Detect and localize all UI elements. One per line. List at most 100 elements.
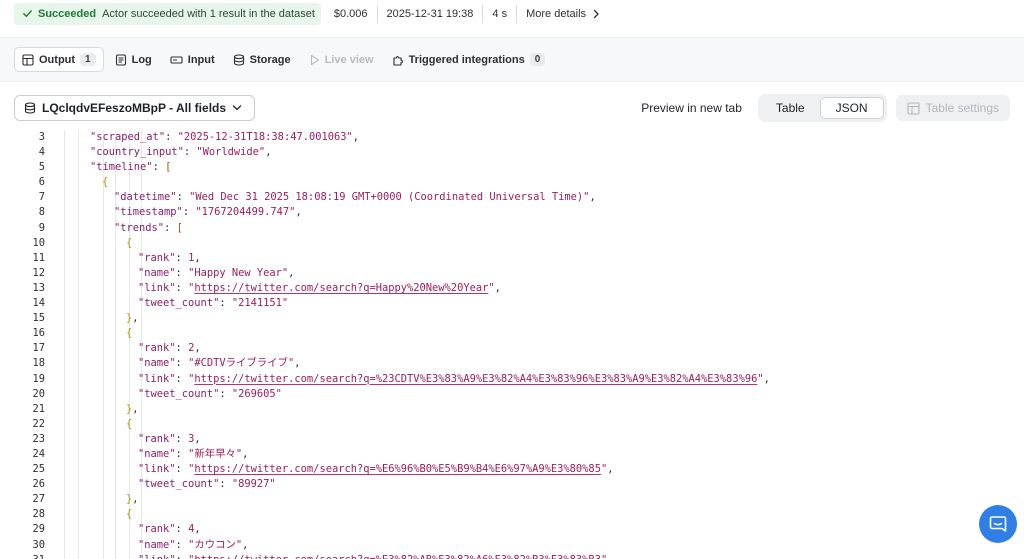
json-line: 11 "rank": 1, (0, 251, 1024, 266)
line-number: 8 (38, 206, 45, 219)
json-punct: : (175, 372, 189, 385)
log-icon (115, 53, 126, 66)
json-punct: , (194, 251, 201, 264)
line-content: "rank": 3, (45, 432, 1024, 447)
more-details-label: More details (526, 7, 587, 20)
json-key: "name" (138, 266, 176, 279)
json-punct: , (265, 146, 272, 159)
json-punct: , (589, 191, 596, 204)
chat-support-button[interactable] (979, 505, 1017, 543)
json-key: "scraped_at" (90, 131, 166, 143)
tab-storage[interactable]: Storage (226, 47, 298, 72)
json-key: "rank" (138, 342, 176, 355)
line-number: 25 (32, 463, 45, 476)
tab-input[interactable]: Input (163, 47, 222, 72)
json-key: "datetime" (114, 191, 177, 204)
json-line: 10 { (0, 236, 1024, 251)
run-cost: $0.006 (333, 7, 368, 20)
json-punct: , (763, 372, 770, 385)
run-datetime: 2025-12-31 19:38 (376, 4, 483, 23)
line-content: { (45, 417, 1024, 432)
json-link[interactable]: https://twitter.com/search?q=%E6%96%B0%E… (194, 463, 601, 475)
json-string: "89927" (231, 478, 276, 491)
line-content: "link": "https://twitter.com/search?q=Ha… (45, 281, 1024, 296)
json-string: "1767204499.747" (195, 206, 296, 219)
json-key: "rank" (138, 432, 176, 445)
json-line: 26 "tweet_count": "89927" (0, 477, 1024, 492)
json-punct: , (494, 281, 501, 294)
json-string: "2025-12-31T18:38:47.001063" (177, 131, 353, 143)
tab-output-label: Output (39, 53, 76, 66)
line-number: 6 (38, 176, 45, 189)
view-table-button[interactable]: Table (761, 97, 820, 119)
line-number: 12 (32, 266, 45, 279)
output-toolbar: LQclqdvEFeszoMBpP - All fields Preview i… (0, 83, 1024, 133)
tab-output[interactable]: Output 1 (14, 47, 104, 72)
json-punct: , (607, 554, 613, 559)
view-json-button[interactable]: JSON (819, 97, 884, 119)
line-number: 26 (32, 478, 45, 491)
json-line: 31"link": "https://twitter.com/search?q=… (0, 553, 1024, 559)
json-punct: , (194, 432, 201, 445)
json-punct: , (352, 131, 360, 143)
json-punct: : (164, 221, 177, 234)
more-details-button[interactable]: More details (516, 4, 609, 23)
table-settings-label: Table settings (925, 101, 999, 115)
tab-storage-label: Storage (249, 53, 291, 66)
json-link[interactable]: https://twitter.com/search?q=%E3%82%AB%E… (194, 554, 601, 559)
status-badge: Succeeded Actor succeeded with 1 result … (14, 2, 321, 25)
json-key: "link" (138, 463, 176, 476)
json-punct: , (242, 538, 249, 551)
json-key: "tweet_count" (138, 297, 220, 310)
json-line: 21}, (0, 402, 1024, 417)
table-settings-button[interactable]: Table settings (895, 95, 1010, 121)
json-line: 13 "link": "https://twitter.com/search?q=… (0, 281, 1024, 296)
json-punct: , (288, 266, 295, 279)
json-link[interactable]: https://twitter.com/search?q=%23CDTV%E3%… (194, 373, 757, 385)
json-line: 4 "country_input": "Worldwide", (0, 145, 1024, 160)
json-key: "country_input" (90, 146, 184, 159)
line-number: 4 (38, 146, 45, 159)
line-content: "country_input": "Worldwide", (45, 145, 1024, 160)
json-string: "2141151" (231, 297, 289, 310)
chat-icon (989, 516, 1007, 532)
line-number: 23 (32, 432, 45, 445)
json-line: 18 "name": "#CDTVライブライブ", (0, 356, 1024, 371)
json-key: "name" (138, 357, 176, 370)
chevron-down-icon (232, 105, 242, 111)
json-line: 12 "name": "Happy New Year", (0, 266, 1024, 281)
json-punct: : (165, 131, 178, 143)
json-key: "tweet_count" (138, 387, 220, 400)
json-line: 16 { (0, 326, 1024, 341)
dataset-select[interactable]: LQclqdvEFeszoMBpP - All fields (14, 95, 256, 121)
tab-triggered-integrations[interactable]: Triggered integrations 0 (385, 47, 553, 72)
json-link[interactable]: https://twitter.com/search?q=Happy%20New… (194, 282, 488, 294)
json-punct: : (175, 538, 189, 551)
line-number: 30 (32, 538, 45, 551)
database-icon (24, 102, 36, 114)
line-content: "timestamp": "1767204499.747", (45, 205, 1024, 220)
status-message: Actor succeeded with 1 result in the dat… (102, 7, 315, 20)
json-key: "trends" (114, 221, 165, 234)
line-content: "rank": 4, (45, 522, 1024, 537)
view-toggle: Table JSON (757, 94, 887, 122)
preview-in-new-tab-link[interactable]: Preview in new tab (641, 101, 742, 115)
tab-log[interactable]: Log (108, 47, 159, 72)
json-string: "新年早々" (188, 447, 243, 460)
line-number: 17 (32, 342, 45, 355)
tab-live-view[interactable]: Live view (302, 47, 381, 72)
json-line: 17 "rank": 2, (0, 341, 1024, 356)
json-punct: , (295, 206, 302, 219)
line-content: "link": "https://twitter.com/search?q=%2… (45, 372, 1024, 387)
json-viewer: 3 "scraped_at": "2025-12-31T18:38:47.0010… (0, 130, 1024, 559)
json-punct: : (175, 432, 189, 445)
json-brace: { (126, 236, 133, 249)
json-line: 22 { (0, 417, 1024, 432)
json-line: 5 "timeline": [ (0, 160, 1024, 175)
json-key: "link" (138, 554, 176, 559)
table-icon (22, 53, 34, 66)
json-line: 8 "timestamp": "1767204499.747", (0, 205, 1024, 220)
status-label: Succeeded (38, 7, 97, 20)
json-line: 14 "tweet_count": "2141151" (0, 296, 1024, 311)
line-number: 10 (32, 236, 45, 249)
